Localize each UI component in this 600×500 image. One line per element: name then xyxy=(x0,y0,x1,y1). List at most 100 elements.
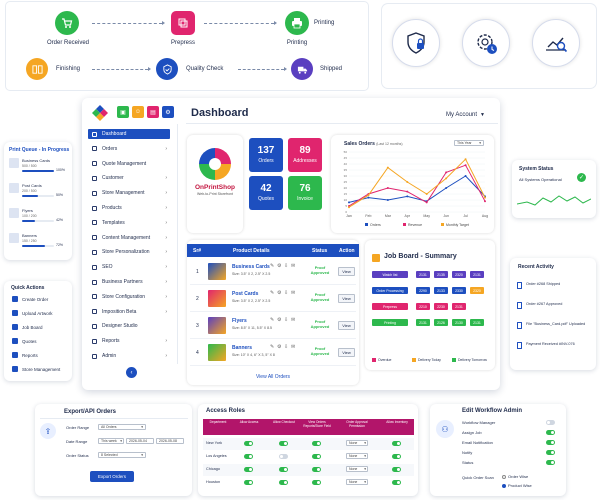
quick-action-item[interactable]: Quotes xyxy=(12,338,37,344)
sidebar-item[interactable]: Store Management › xyxy=(88,188,170,198)
stat-tile[interactable]: 42 Quotes xyxy=(249,176,283,210)
sidebar-item[interactable]: Dashboard xyxy=(88,129,170,139)
job-cell[interactable]: 2126 xyxy=(434,319,448,326)
download-icon[interactable]: ⇩ xyxy=(284,263,288,269)
sidebar-item[interactable]: Business Partners › xyxy=(88,277,170,287)
permission-toggle[interactable] xyxy=(312,454,321,459)
job-cell[interactable]: 2131 xyxy=(470,271,484,278)
permission-toggle[interactable] xyxy=(312,480,321,485)
date-to-input[interactable]: 2026-05-08 xyxy=(156,438,184,444)
sidebar-item[interactable]: Customer › xyxy=(88,173,170,183)
sidebar-item[interactable]: Templates › xyxy=(88,218,170,228)
product-wise-radio[interactable]: Product Wise xyxy=(502,483,532,488)
toolbar-button-settings[interactable]: ⚙ xyxy=(162,106,174,118)
stat-tile[interactable]: 137 Orders xyxy=(249,138,283,172)
job-cell[interactable]: 2131 xyxy=(452,303,466,310)
date-range-select[interactable]: This week ▾ xyxy=(98,438,124,444)
job-cell[interactable]: 2330 xyxy=(452,287,466,294)
approval-select[interactable]: None ▾ xyxy=(346,440,368,446)
product-name-link[interactable]: Flyers xyxy=(232,318,247,324)
order-wise-radio[interactable]: Order Wise xyxy=(502,474,528,479)
order-range-select[interactable]: All Orders ▾ xyxy=(98,424,146,430)
sidebar-item[interactable]: Store Personalization › xyxy=(88,247,170,257)
toolbar-button-files[interactable]: ▤ xyxy=(147,106,159,118)
stat-tile[interactable]: 76 Invoice xyxy=(288,176,322,210)
job-cell[interactable]: 2135 xyxy=(434,271,448,278)
toolbar-button-users[interactable]: ☺ xyxy=(132,106,144,118)
permission-toggle[interactable] xyxy=(279,467,288,472)
permission-toggle[interactable] xyxy=(244,441,253,446)
quick-action-item[interactable]: Store Management xyxy=(12,366,60,372)
sidebar-item[interactable]: Admin › xyxy=(88,351,170,361)
edit-icon[interactable]: ✎ xyxy=(270,290,274,296)
sidebar-item[interactable]: Content Management › xyxy=(88,233,170,243)
sidebar-item[interactable]: Reports › xyxy=(88,336,170,346)
permission-toggle[interactable] xyxy=(312,441,321,446)
approval-select[interactable]: None ▾ xyxy=(346,479,368,485)
job-stage-label[interactable]: Watch list xyxy=(372,271,408,278)
job-cell[interactable]: 2230 xyxy=(434,303,448,310)
quick-action-item[interactable]: Reports xyxy=(12,352,38,358)
workflow-permission-toggle[interactable] xyxy=(546,440,555,445)
view-button[interactable]: View xyxy=(338,294,355,303)
mail-icon[interactable]: ✉ xyxy=(291,290,295,296)
edit-icon[interactable]: ✎ xyxy=(270,317,274,323)
order-status-select[interactable]: 8 Selected ▾ xyxy=(98,452,146,458)
sidebar-item[interactable]: Products › xyxy=(88,203,170,213)
job-cell[interactable]: 2210 xyxy=(416,303,430,310)
sidebar-item[interactable]: Imposition Beta › xyxy=(88,307,170,317)
approval-select[interactable]: None ▾ xyxy=(346,466,368,472)
view-all-orders-link[interactable]: View All Orders xyxy=(187,374,359,380)
product-name-link[interactable]: Post Cards xyxy=(232,291,258,297)
quick-action-item[interactable]: Create Order xyxy=(12,296,48,302)
sidebar-collapse-button[interactable]: ‹ xyxy=(126,367,137,378)
job-cell[interactable]: 2131 xyxy=(416,319,430,326)
export-orders-button[interactable]: Export Orders xyxy=(90,471,134,482)
activity-item[interactable]: File "Business_Card.pdf" Uploaded xyxy=(526,322,590,327)
activity-item[interactable]: Payment Received #INV-076 xyxy=(526,342,590,347)
sidebar-item[interactable]: Store Configuration › xyxy=(88,292,170,302)
view-button[interactable]: View xyxy=(338,321,355,330)
settings-icon[interactable]: ⚙ xyxy=(277,290,281,296)
settings-icon[interactable]: ⚙ xyxy=(277,263,281,269)
mail-icon[interactable]: ✉ xyxy=(291,344,295,350)
permission-toggle[interactable] xyxy=(244,467,253,472)
job-stage-label[interactable]: Printing xyxy=(372,319,408,326)
activity-item[interactable]: Order #268 Shipped xyxy=(526,282,590,287)
mail-icon[interactable]: ✉ xyxy=(291,317,295,323)
sidebar-item[interactable]: SEO › xyxy=(88,262,170,272)
stat-tile[interactable]: 89 Addresses xyxy=(288,138,322,172)
job-stage-label[interactable]: Prepress xyxy=(372,303,408,310)
job-cell[interactable]: 2131 xyxy=(470,319,484,326)
sidebar-item[interactable]: Quote Management xyxy=(88,159,170,169)
job-cell[interactable]: 2133 xyxy=(434,287,448,294)
date-from-input[interactable]: 2026-05-04 xyxy=(126,438,154,444)
workflow-permission-toggle[interactable] xyxy=(546,430,555,435)
view-button[interactable]: View xyxy=(338,348,355,357)
activity-item[interactable]: Order #267 Approved xyxy=(526,302,590,307)
settings-icon[interactable]: ⚙ xyxy=(277,317,281,323)
product-name-link[interactable]: Business Cards xyxy=(232,264,270,270)
inventory-toggle[interactable] xyxy=(392,480,401,485)
permission-toggle[interactable] xyxy=(279,454,288,459)
job-cell[interactable]: 2290 xyxy=(416,287,430,294)
sales-chart-filter[interactable]: This Year ▾ xyxy=(454,140,484,146)
mail-icon[interactable]: ✉ xyxy=(291,263,295,269)
job-stage-label[interactable]: Order Processing xyxy=(372,287,408,294)
permission-toggle[interactable] xyxy=(279,441,288,446)
permission-toggle[interactable] xyxy=(279,480,288,485)
download-icon[interactable]: ⇩ xyxy=(284,317,288,323)
edit-icon[interactable]: ✎ xyxy=(270,344,274,350)
job-cell[interactable]: 2320 xyxy=(470,287,484,294)
workflow-permission-toggle[interactable] xyxy=(546,460,555,465)
product-name-link[interactable]: Banners xyxy=(232,345,252,351)
quick-action-item[interactable]: Upload Artwork xyxy=(12,310,53,316)
inventory-toggle[interactable] xyxy=(392,467,401,472)
quick-action-item[interactable]: Job Board xyxy=(12,324,43,330)
sidebar-item[interactable]: Orders › xyxy=(88,144,170,154)
job-cell[interactable]: 2130 xyxy=(452,319,466,326)
my-account-menu[interactable]: My Account ▼ xyxy=(446,112,485,118)
settings-icon[interactable]: ⚙ xyxy=(277,344,281,350)
toolbar-button-cart[interactable]: ▣ xyxy=(117,106,129,118)
job-cell[interactable]: 2320 xyxy=(452,271,466,278)
